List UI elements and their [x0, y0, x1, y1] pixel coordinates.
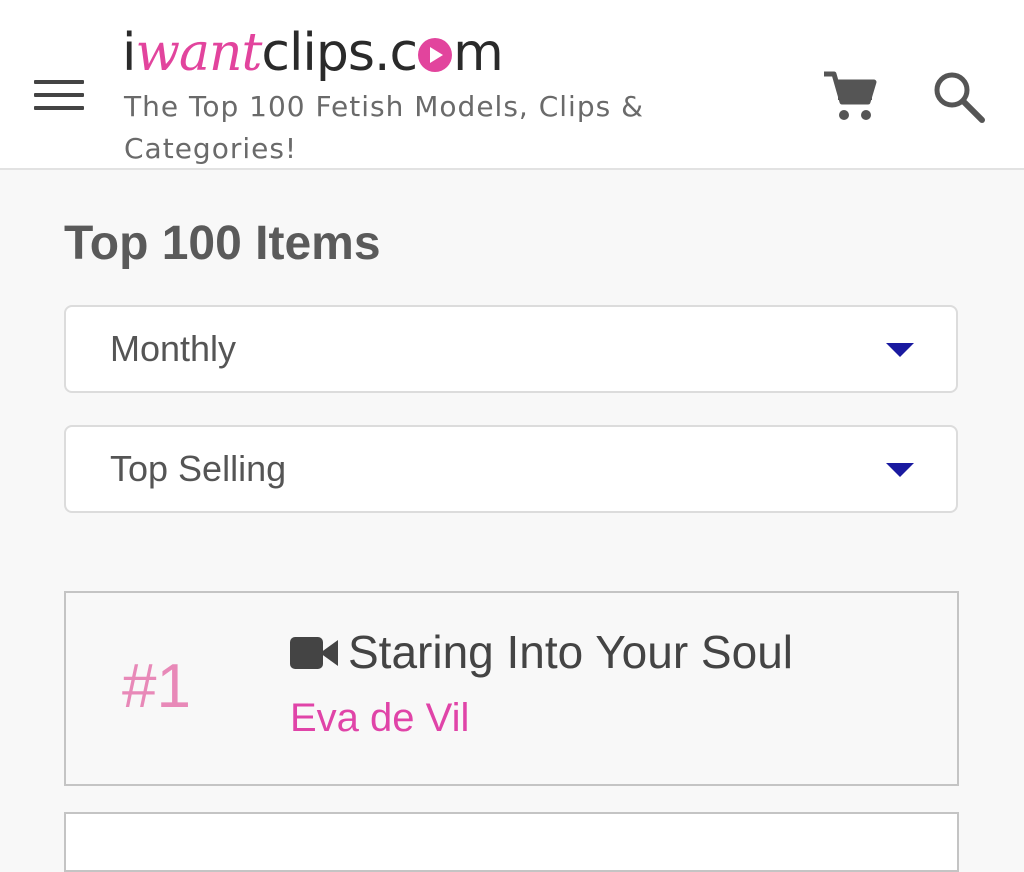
top-bar: iwantclips.c m The Top 100 Fetish Models,… [0, 0, 1024, 170]
list-item[interactable] [64, 812, 959, 872]
period-select-value: Monthly [110, 328, 237, 369]
sort-select[interactable]: Top Selling [64, 425, 958, 513]
chevron-down-icon [886, 463, 914, 477]
logo-end: m [453, 23, 504, 83]
logo-suffix: clips.c [261, 23, 418, 83]
item-title-link[interactable]: Staring Into Your Soul [348, 625, 793, 679]
page-title: Top 100 Items [64, 217, 381, 270]
hamburger-menu-icon[interactable] [34, 80, 84, 116]
play-icon [418, 38, 453, 72]
cart-icon[interactable] [820, 68, 880, 124]
logo-accent: want [135, 23, 262, 83]
logo-prefix: i [122, 23, 136, 83]
item-rank: #1 [122, 652, 191, 721]
search-icon[interactable] [930, 68, 988, 126]
site-tagline: The Top 100 Fetish Models, Clips & Categ… [124, 90, 644, 165]
chevron-down-icon [886, 343, 914, 357]
site-logo[interactable]: iwantclips.c m [122, 20, 504, 86]
item-model-link[interactable]: Eva de Vil [290, 693, 469, 743]
period-select[interactable]: Monthly [64, 305, 958, 393]
sort-select-value: Top Selling [110, 448, 287, 489]
video-camera-icon [290, 637, 338, 669]
list-item[interactable]: #1 Staring Into Your Soul Eva de Vil [64, 591, 959, 786]
